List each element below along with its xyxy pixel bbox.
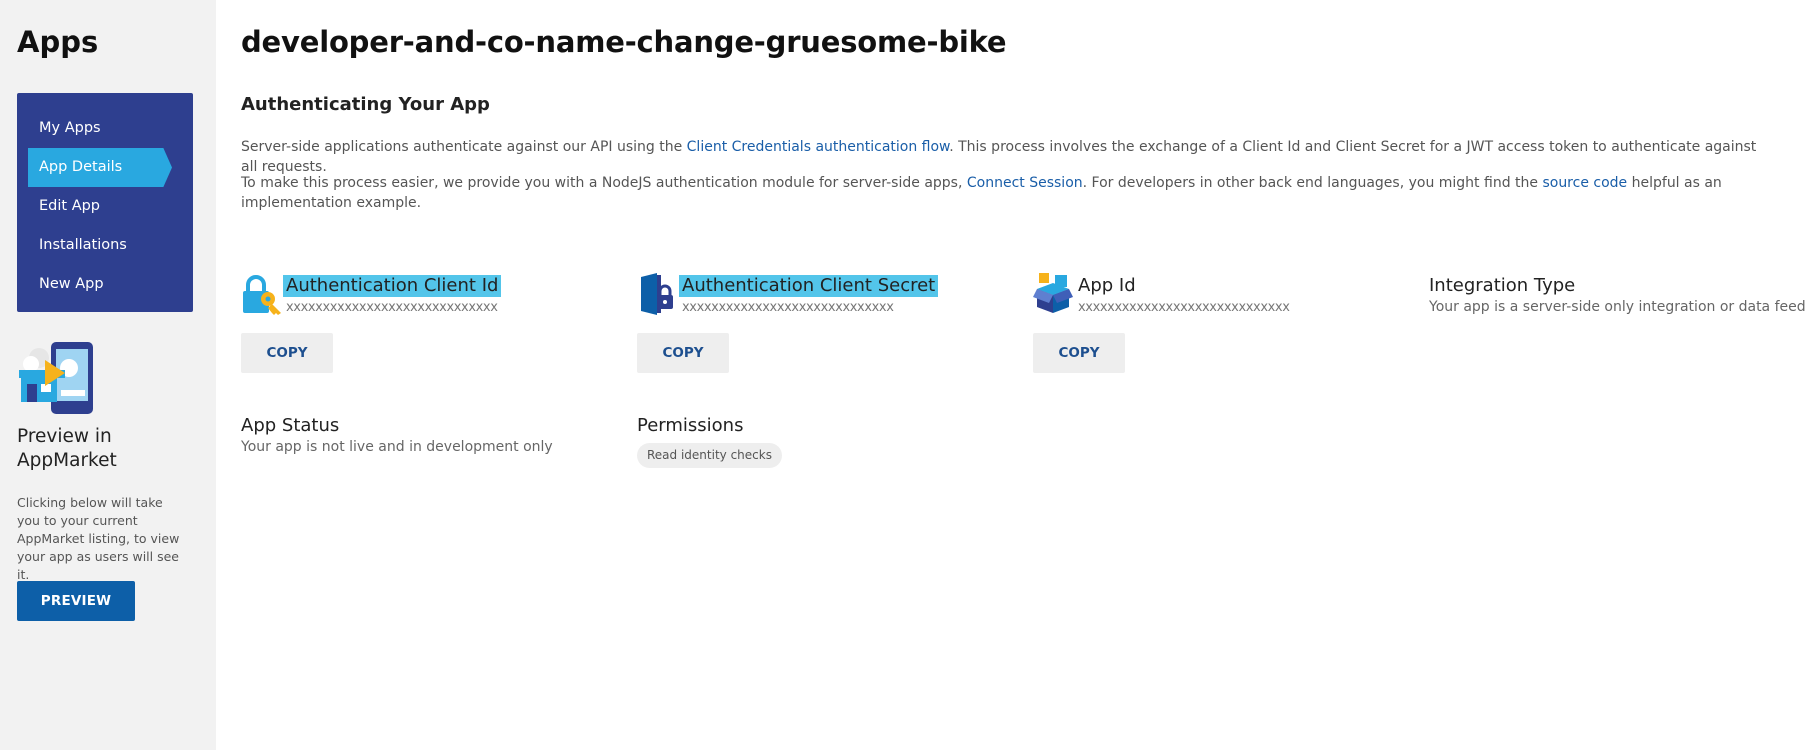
app-id-value: xxxxxxxxxxxxxxxxxxxxxxxxxxxxx: [1078, 300, 1290, 315]
app-status-value: Your app is not live and in development …: [241, 439, 553, 455]
nav-item-new-app[interactable]: New App: [17, 265, 193, 304]
source-code-link[interactable]: source code: [1542, 175, 1627, 191]
auth-intro-paragraph: Server-side applications authenticate ag…: [241, 137, 1771, 177]
integration-type-label: Integration Type: [1429, 275, 1576, 296]
permissions-label: Permissions: [637, 415, 744, 436]
preview-button[interactable]: PREVIEW: [17, 581, 135, 621]
locked-door-icon: [641, 273, 673, 315]
app-id-label: App Id: [1078, 275, 1136, 296]
preview-title: Preview in AppMarket: [17, 426, 117, 471]
sidebar-title: Apps: [17, 25, 99, 59]
app-nav: My Apps App Details Edit App Installatio…: [17, 93, 193, 312]
page-title: developer-and-co-name-change-gruesome-bi…: [241, 25, 1007, 59]
auth-intro-text-1: Server-side applications authenticate ag…: [241, 139, 687, 155]
auth-module-text-2: . For developers in other back end langu…: [1082, 175, 1543, 191]
lock-key-icon: [243, 275, 281, 315]
app-status-label: App Status: [241, 415, 340, 436]
auth-module-paragraph: To make this process easier, we provide …: [241, 173, 1771, 213]
app-box-icon: [1033, 273, 1073, 313]
sidebar: Apps My Apps App Details Edit App Instal…: [0, 0, 216, 750]
nav-item-my-apps[interactable]: My Apps: [17, 109, 193, 148]
preview-description: Clicking below will take you to your cur…: [17, 495, 180, 582]
client-secret-label: Authentication Client Secret: [679, 275, 939, 297]
main-content: developer-and-co-name-change-gruesome-bi…: [241, 0, 1806, 750]
section-title: Authenticating Your App: [241, 94, 490, 115]
auth-module-text-1: To make this process easier, we provide …: [241, 175, 967, 191]
nav-item-app-details[interactable]: App Details: [28, 148, 172, 187]
client-id-label: Authentication Client Id: [283, 275, 502, 297]
client-secret-value: xxxxxxxxxxxxxxxxxxxxxxxxxxxxx: [682, 300, 894, 315]
connect-session-link[interactable]: Connect Session: [967, 175, 1083, 191]
client-credentials-link[interactable]: Client Credentials authentication flow: [687, 139, 950, 155]
permission-badge: Read identity checks: [637, 443, 782, 468]
nav-item-installations[interactable]: Installations: [17, 226, 193, 265]
copy-client-secret-button[interactable]: COPY: [637, 333, 729, 373]
integration-type-value: Your app is a server-side only integrati…: [1429, 299, 1806, 315]
appmarket-preview-icon: [19, 342, 93, 414]
copy-client-id-button[interactable]: COPY: [241, 333, 333, 373]
copy-app-id-button[interactable]: COPY: [1033, 333, 1125, 373]
nav-item-edit-app[interactable]: Edit App: [17, 187, 193, 226]
client-id-value: xxxxxxxxxxxxxxxxxxxxxxxxxxxxx: [286, 300, 498, 315]
